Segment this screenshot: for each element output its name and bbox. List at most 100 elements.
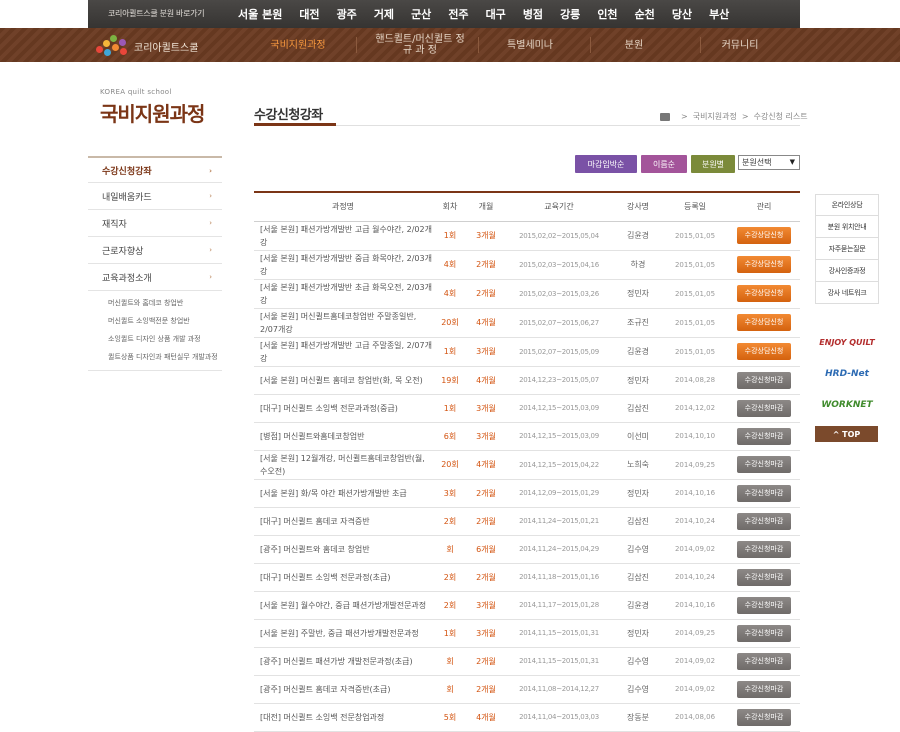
nav-item-seminar[interactable]: 특별세미나 [482,28,578,62]
apply-closed-button[interactable]: 수강신청마감 [737,652,791,670]
course-title[interactable]: [서울 본원] 패션가방개발반 초급 화목오전, 2/03개강 [254,279,432,309]
sidebar-item-apply-courses[interactable]: 수강신청강좌 › [88,156,222,183]
branch-link-gwangju[interactable]: 광주 [337,6,357,22]
quick-link-branch-location[interactable]: 분원 위치안내 [815,216,879,238]
course-reg-date: 2014,10,24 [662,563,728,592]
home-icon[interactable] [660,112,670,121]
course-title[interactable]: [병점] 머신퀼트와홈데코창업반 [254,422,432,451]
course-title[interactable]: [대구] 머신퀼트 홈데코 자격증반 [254,507,432,536]
course-reg-date: 2014,10,16 [662,591,728,620]
branch-link-incheon[interactable]: 인천 [597,6,617,22]
quick-menu: 온라인상담 분원 위치안내 자주묻는질문 강사인증과정 강사 네트워크 [815,194,879,304]
course-title[interactable]: [서울 본원] 패션가방개발반 중급 화목야간, 2/03개강 [254,250,432,280]
branch-link-daejeon[interactable]: 대전 [299,6,319,22]
sidebar-item-card[interactable]: 내일배움카드 › [88,183,222,210]
nav-divider [356,37,357,53]
sidebar-item-worker-improvement[interactable]: 근로자향상 › [88,237,222,264]
branch-link-gangneung[interactable]: 강릉 [560,6,580,22]
course-title[interactable]: [서울 본원] 주말반, 중급 패션가방개발전문과정 [254,619,432,648]
quick-link-instructor-cert[interactable]: 강사인증과정 [815,260,879,282]
course-action-cell: 수강신청마감 [728,366,800,395]
apply-closed-button[interactable]: 수강신청마감 [737,512,791,530]
course-title[interactable]: [대전] 머신퀼트 소잉백 전문창업과정 [254,703,432,732]
sidebar-item-course-intro[interactable]: 교육과정소개 › [88,264,222,291]
course-title[interactable]: [서울 본원] 머신퀼트홈데코창업반 주말종일반, 2/07개강 [254,308,432,338]
sidebar-item-employed[interactable]: 재직자 › [88,210,222,237]
apply-closed-button[interactable]: 수강신청마감 [737,427,791,445]
branch-select[interactable]: 분원선택 ▼ [738,155,800,170]
quick-link-online-consult[interactable]: 온라인상담 [815,194,879,216]
table-row: [광주] 머신퀼트와 홈데코 창업반 회 6개월 2014,11,24~2015,04… [254,535,800,564]
apply-closed-button[interactable]: 수강신청마감 [737,624,791,642]
apply-closed-button[interactable]: 수강신청마감 [737,484,791,502]
scroll-top-button[interactable]: ^ TOP [815,426,878,442]
page-title: 수강신청강좌 [254,108,323,123]
submenu-item[interactable]: 소잉퀼트 디자인 상품 개발 과정 [108,335,222,344]
course-action-cell: 수강신청마감 [728,507,800,536]
apply-closed-button[interactable]: 수강신청마감 [737,456,791,473]
top-bar: 코리아퀼트스쿨 분원 바로가기 서울 본원 대전 광주 거제 군산 전주 대구 … [0,0,900,28]
nav-item-branch[interactable]: 분원 [586,28,682,62]
course-title[interactable]: [서울 본원] 화/목 야간 패션가방개발반 초급 [254,479,432,508]
course-reg-date: 2014,09,02 [662,647,728,676]
worknet-banner[interactable]: WORKNET [815,393,879,417]
nav-item-community[interactable]: 커뮤니티 [692,28,788,62]
nav-item-regular-course[interactable]: 핸드퀼트/머신퀼트 정 규 과 정 [372,28,468,62]
branch-link-dangsan[interactable]: 당산 [672,6,692,22]
course-title[interactable]: [대구] 머신퀼트 소잉백 전문과과정(중급) [254,394,432,423]
sidebar-menu: 수강신청강좌 › 내일배움카드 › 재직자 › 근로자향상 › 교육과정소개 ›… [88,156,222,371]
hrd-net-banner[interactable]: HRD-Net [815,362,879,386]
submenu-item[interactable]: 머신퀼트 소잉백전문 창업반 [108,317,222,326]
course-title[interactable]: [서울 본원] 월수야간, 중급 패션가방개발전문과정 [254,591,432,620]
course-round: 2회 [432,563,468,592]
breadcrumb-item[interactable]: 수강신청 리스트 [754,111,808,122]
course-title[interactable]: [서울 본원] 12월개강, 머신퀼트홈데코창업반(월,수오전) [254,450,432,480]
course-title[interactable]: [광주] 머신퀼트 패션가방 개발전문과정(초급) [254,647,432,676]
apply-consult-button[interactable]: 수강상담신청 [737,227,791,244]
course-action-cell: 수강신청마감 [728,591,800,620]
breadcrumb-item[interactable]: 국비지원과정 [693,111,737,122]
nav-item-gov-support[interactable]: 국비지원과정 [250,28,346,62]
branch-link-byeongjeom[interactable]: 병점 [523,6,543,22]
branch-link-busan[interactable]: 부산 [709,6,729,22]
apply-consult-button[interactable]: 수강상담신청 [737,256,791,273]
table-row: [대전] 머신퀼트 소잉백 전문창업과정 5회 4개월 2014,11,04~2015… [254,703,800,732]
branch-link-geoje[interactable]: 거제 [374,6,394,22]
course-title[interactable]: [광주] 머신퀼트 홈데코 자격증반(초급) [254,675,432,704]
course-title[interactable]: [서울 본원] 패션가방개발반 고급 월수야간, 2/02개강 [254,221,432,251]
course-title[interactable]: [대구] 머신퀼트 소잉백 전문과정(초급) [254,563,432,592]
quick-link-faq[interactable]: 자주묻는질문 [815,238,879,260]
branch-link-suncheon[interactable]: 순천 [635,6,655,22]
table-row: [서울 본원] 패션가방개발반 초급 화목오전, 2/03개강 4회 2개월 2015… [254,279,800,309]
sort-name-button[interactable]: 이름순 [641,155,687,173]
course-title[interactable]: [서울 본원] 머신퀼트 홈데코 창업반(화, 목 오전) [254,366,432,395]
submenu-item[interactable]: 머신퀼트와 홈데코 창업반 [108,299,222,308]
apply-consult-button[interactable]: 수강상담신청 [737,314,791,331]
apply-closed-button[interactable]: 수강신청마감 [737,399,791,417]
apply-closed-button[interactable]: 수강신청마감 [737,596,791,614]
branch-link-jeonju[interactable]: 전주 [448,6,468,22]
course-teacher: 노희숙 [614,450,662,480]
course-action-cell: 수강신청마감 [728,394,800,423]
apply-closed-button[interactable]: 수강신청마감 [737,568,791,586]
apply-closed-button[interactable]: 수강신청마감 [737,540,791,558]
sort-deadline-button[interactable]: 마감임박순 [575,155,637,173]
enjoy-quilt-banner[interactable]: ENJOY QUILT [815,330,879,354]
quick-link-instructor-network[interactable]: 강사 네트워크 [815,282,879,304]
header-round: 회차 [432,191,468,222]
course-title[interactable]: [서울 본원] 패션가방개발반 고급 주말종일, 2/07개강 [254,337,432,367]
sidebar-item-label: 교육과정소개 [102,273,152,284]
apply-closed-button[interactable]: 수강신청마감 [737,680,791,698]
site-logo[interactable]: 코리아퀼트스쿨 [94,34,219,58]
sort-branch-button[interactable]: 분원별 [691,155,735,173]
course-title[interactable]: [광주] 머신퀼트와 홈데코 창업반 [254,535,432,564]
apply-consult-button[interactable]: 수강상담신청 [737,343,791,360]
branch-link-daegu[interactable]: 대구 [486,6,506,22]
course-months: 4개월 [468,308,504,338]
apply-closed-button[interactable]: 수강신청마감 [737,708,791,726]
branch-link-gunsan[interactable]: 군산 [411,6,431,22]
submenu-item[interactable]: 퀼트상품 디자인과 패턴실무 개발과정 [108,353,222,362]
branch-link-seoul[interactable]: 서울 본원 [238,6,282,22]
apply-closed-button[interactable]: 수강신청마감 [737,371,791,389]
apply-consult-button[interactable]: 수강상담신청 [737,285,791,302]
